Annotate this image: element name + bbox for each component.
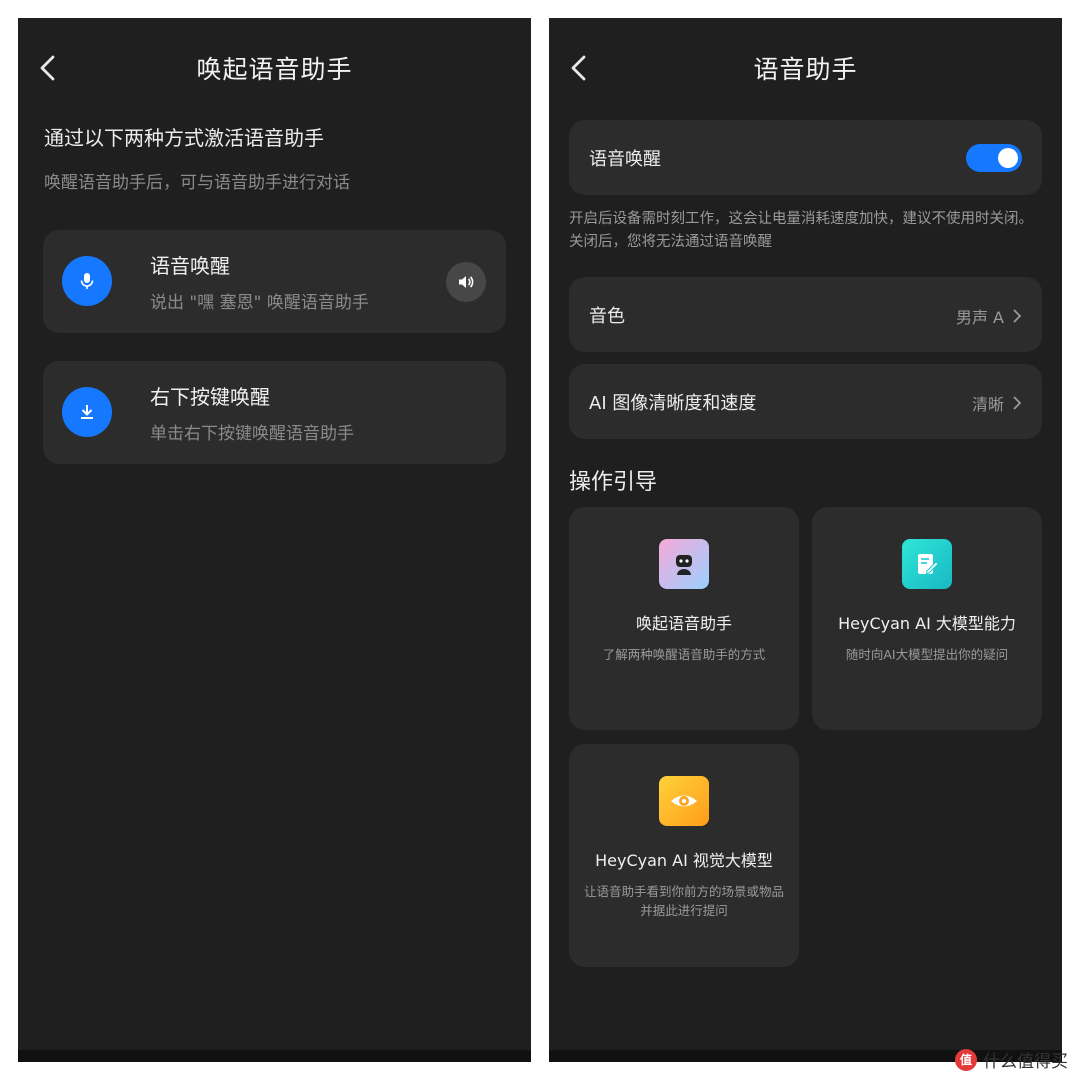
edit-note-icon	[902, 539, 952, 589]
guide-title: HeyCyan AI 大模型能力	[838, 614, 1016, 633]
guide-card-llm[interactable]: HeyCyan AI 大模型能力 随时向AI大模型提出你的疑问	[812, 507, 1042, 730]
ai-image-row[interactable]: AI 图像清晰度和速度 清晰	[569, 364, 1042, 439]
speaker-icon	[459, 276, 474, 288]
download-icon	[62, 387, 112, 437]
chevron-right-icon	[1013, 396, 1022, 410]
row-value: 男声 A	[955, 308, 1004, 327]
voice-wake-toggle[interactable]	[966, 144, 1022, 172]
guide-card-wake[interactable]: 唤起语音助手 了解两种唤醒语音助手的方式	[569, 507, 799, 730]
watermark: 值 什么值得买	[955, 1047, 1068, 1072]
guide-subtitle: 随时向AI大模型提出你的疑问	[845, 647, 1009, 662]
row-value: 清晰	[971, 395, 1004, 414]
button-wake-card[interactable]: 右下按键唤醒 单击右下按键唤醒语音助手	[43, 361, 506, 464]
page-title: 唤起语音助手	[196, 55, 353, 84]
voice-wake-hint: 开启后设备需时刻工作，这会让电量消耗速度加快，建议不使用时关闭。关闭后，您将无法…	[569, 211, 1033, 250]
intro-title: 通过以下两种方式激活语音助手	[44, 126, 324, 150]
card-title: 语音唤醒	[150, 254, 230, 278]
intro-subtitle: 唤醒语音助手后，可与语音助手进行对话	[44, 173, 350, 193]
card-title: 右下按键唤醒	[150, 385, 270, 409]
eye-icon	[659, 776, 709, 826]
chevron-right-icon	[1013, 309, 1022, 323]
left-screen: 唤起语音助手 通过以下两种方式激活语音助手 唤醒语音助手后，可与语音助手进行对话…	[18, 18, 531, 1062]
bottom-bar	[18, 1050, 531, 1062]
guide-card-vision[interactable]: HeyCyan AI 视觉大模型 让语音助手看到你前方的场景或物品并据此进行提问	[569, 744, 799, 967]
mic-icon	[62, 256, 112, 306]
row-label: 语音唤醒	[589, 149, 661, 170]
robot-icon	[659, 539, 709, 589]
guide-subtitle: 让语音助手看到你前方的场景或物品并据此进行提问	[583, 884, 784, 918]
page-title: 语音助手	[753, 55, 858, 84]
right-screen: 语音助手 语音唤醒 开启后设备需时刻工作，这会让电量消耗速度加快，建议不使用时关…	[549, 18, 1062, 1062]
voice-wake-card[interactable]: 语音唤醒 说出 "嘿 塞恩" 唤醒语音助手	[43, 230, 506, 333]
card-subtitle: 说出 "嘿 塞恩" 唤醒语音助手	[150, 293, 369, 313]
card-subtitle: 单击右下按键唤醒语音助手	[150, 424, 354, 444]
guide-subtitle: 了解两种唤醒语音助手的方式	[602, 647, 766, 662]
guide-title: 唤起语音助手	[635, 614, 732, 633]
watermark-text: 什么值得买	[983, 1052, 1068, 1072]
play-sound-button[interactable]	[446, 262, 486, 302]
row-label: 音色	[589, 306, 625, 327]
row-label: AI 图像清晰度和速度	[589, 393, 757, 414]
watermark-logo-icon: 值	[955, 1048, 977, 1071]
timbre-row[interactable]: 音色 男声 A	[569, 277, 1042, 352]
guide-title: HeyCyan AI 视觉大模型	[595, 851, 773, 870]
section-title: 操作引导	[569, 470, 658, 495]
voice-wake-row: 语音唤醒	[569, 120, 1042, 195]
